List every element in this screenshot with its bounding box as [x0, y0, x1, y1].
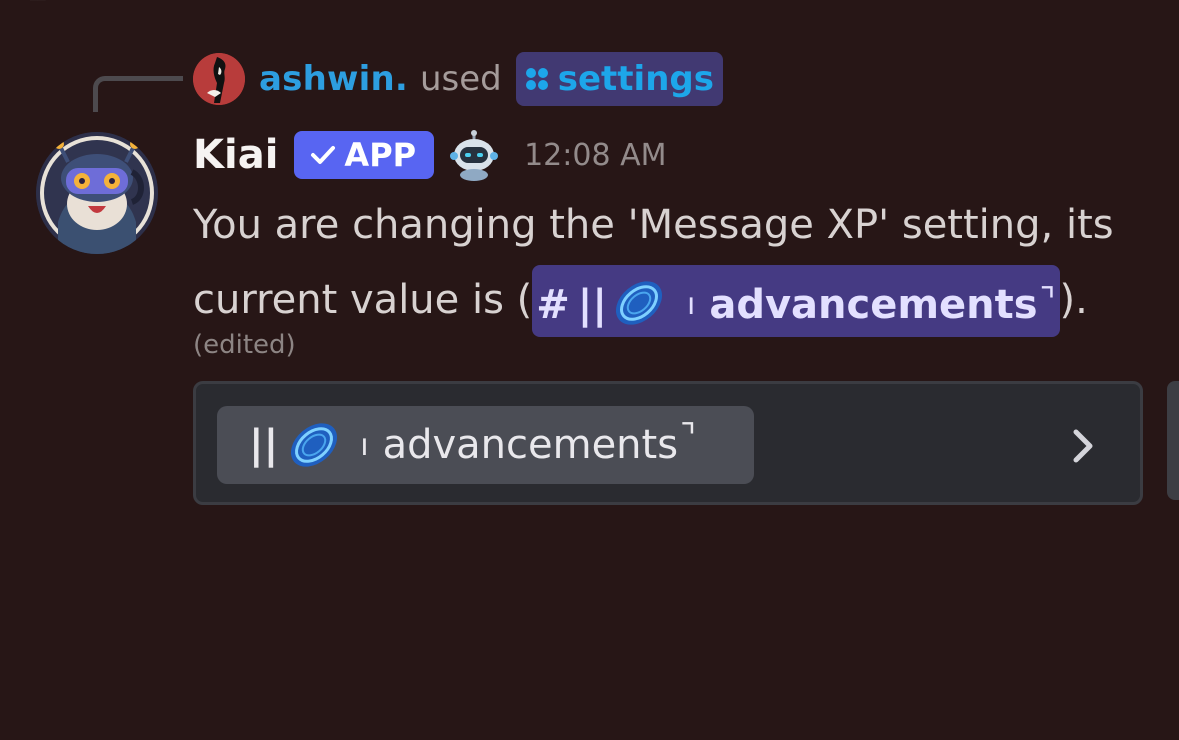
command-used-text: used — [419, 59, 502, 99]
chevron-right-icon[interactable] — [1068, 426, 1098, 466]
chip-corner: ⌝ — [680, 417, 696, 457]
mention-tick: ı — [687, 287, 696, 322]
message-header: Kiai APP 12:08 AM — [193, 126, 667, 184]
app-badge-label: APP — [344, 136, 417, 174]
check-icon — [311, 146, 336, 164]
selected-channel-chip[interactable]: || ı advancements ⌝ — [217, 406, 754, 484]
bot-avatar[interactable] — [36, 132, 158, 254]
message-content: You are changing the 'Message XP' settin… — [193, 188, 1153, 338]
mention-corner: ⌝ — [1039, 281, 1056, 321]
command-name: settings — [557, 59, 714, 99]
slash-command-icon — [525, 68, 548, 90]
chip-channel-name: advancements — [382, 422, 679, 468]
command-pill[interactable]: settings — [515, 52, 723, 106]
command-reply-line[interactable]: ashwin. used settings — [193, 52, 723, 106]
app-badge: APP — [294, 131, 435, 179]
previous-message-fragment: ▔▔ — [30, 0, 46, 6]
edited-label: (edited) — [193, 330, 296, 360]
mention-channel-name: advancements — [709, 282, 1038, 328]
bot-name[interactable]: Kiai — [193, 132, 278, 178]
chip-tick: ı — [360, 427, 369, 463]
blue-disc-emoji-icon — [291, 423, 338, 467]
adjacent-component-edge — [1167, 381, 1179, 500]
chat-view: ▔▔ ashwin. used settings Kiai APP 12:08 … — [0, 0, 1179, 740]
mention-bars: || — [577, 282, 607, 328]
channel-mention[interactable]: # || ı advancements⌝ — [532, 265, 1060, 337]
command-username[interactable]: ashwin. — [259, 59, 408, 99]
reply-spine — [93, 76, 183, 112]
robot-emoji-icon — [450, 130, 499, 181]
user-avatar[interactable] — [193, 53, 245, 105]
chip-bars: || — [249, 422, 279, 468]
channel-hash-icon: # — [536, 282, 570, 328]
message-timestamp: 12:08 AM — [524, 137, 667, 173]
message-text-part2: ). — [1059, 277, 1088, 323]
channel-select-menu[interactable]: || ı advancements ⌝ — [193, 381, 1143, 505]
blue-disc-emoji-icon — [615, 281, 663, 325]
